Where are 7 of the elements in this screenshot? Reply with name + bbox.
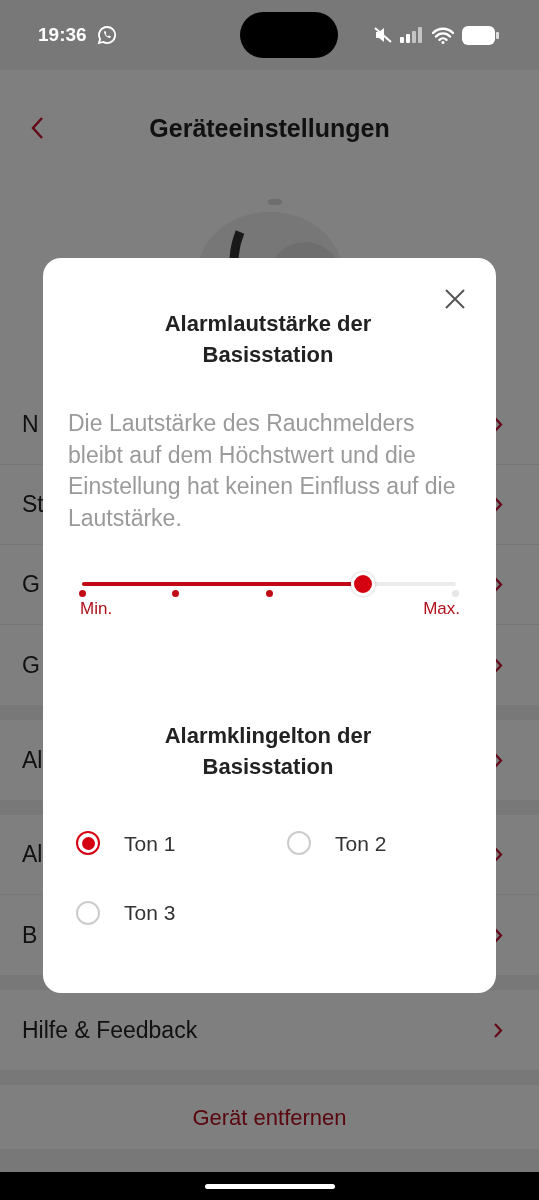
slider-min-label: Min. xyxy=(80,598,113,620)
dialog-title: Alarmlautstärke der Basisstation xyxy=(163,310,373,369)
slider-max-label: Max. xyxy=(423,598,460,620)
status-time: 19:36 xyxy=(38,22,87,47)
page-title: Geräteeinstellungen xyxy=(149,112,390,143)
dialog-description: Die Lautstärke des Rauchmelders bleibt auf dem Höchstwert und die Einstellung hat keinen Einfluss auf die Lautstärke. xyxy=(68,409,457,533)
section-title: Alarmklingelton der Basisstation xyxy=(163,721,373,781)
